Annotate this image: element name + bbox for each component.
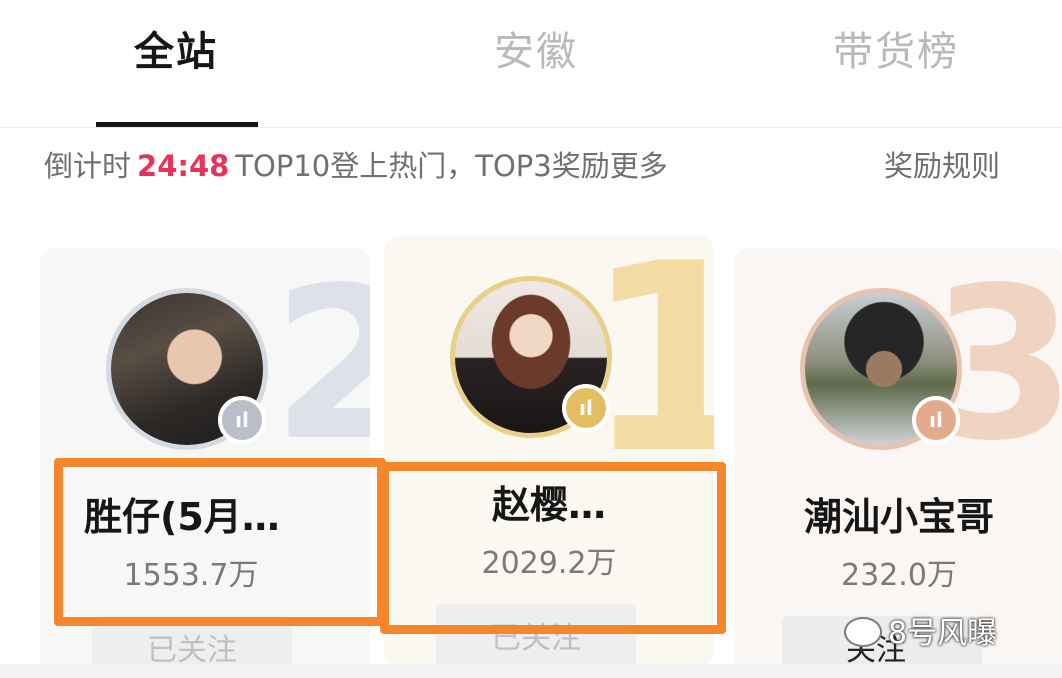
bottom-strip <box>0 664 1062 678</box>
ranking-tabs: 全站 安徽 带货榜 <box>0 0 1062 127</box>
watermark: 8号风曝 <box>844 608 997 652</box>
countdown-message: TOP10登上热门，TOP3奖励更多 <box>235 149 668 183</box>
live-icon: ıl <box>912 396 960 444</box>
highlight-box-second <box>54 458 386 626</box>
highlight-box-first <box>380 462 726 634</box>
countdown-text: 倒计时 24:48 TOP10登上热门，TOP3奖励更多 <box>44 146 668 186</box>
countdown-bar: 倒计时 24:48 TOP10登上热门，TOP3奖励更多 奖励规则 <box>0 128 1062 208</box>
watermark-text: 8号风曝 <box>888 616 998 651</box>
tab-anhui[interactable]: 安徽 <box>416 22 656 82</box>
wechat-logo-icon <box>844 616 882 647</box>
live-icon: ıl <box>562 384 610 432</box>
countdown-prefix: 倒计时 <box>44 149 132 183</box>
live-icon: ıl <box>218 396 266 444</box>
rank-number-2: 2 <box>272 248 370 487</box>
anchor-score: 232.0万 <box>841 558 957 593</box>
tab-nationwide[interactable]: 全站 <box>56 22 296 82</box>
tab-sales-ranking[interactable]: 带货榜 <box>776 22 1016 82</box>
countdown-time: 24:48 <box>137 149 230 183</box>
reward-rules-link[interactable]: 奖励规则 <box>884 146 1000 186</box>
anchor-name: 潮汕小宝哥 <box>803 495 994 539</box>
